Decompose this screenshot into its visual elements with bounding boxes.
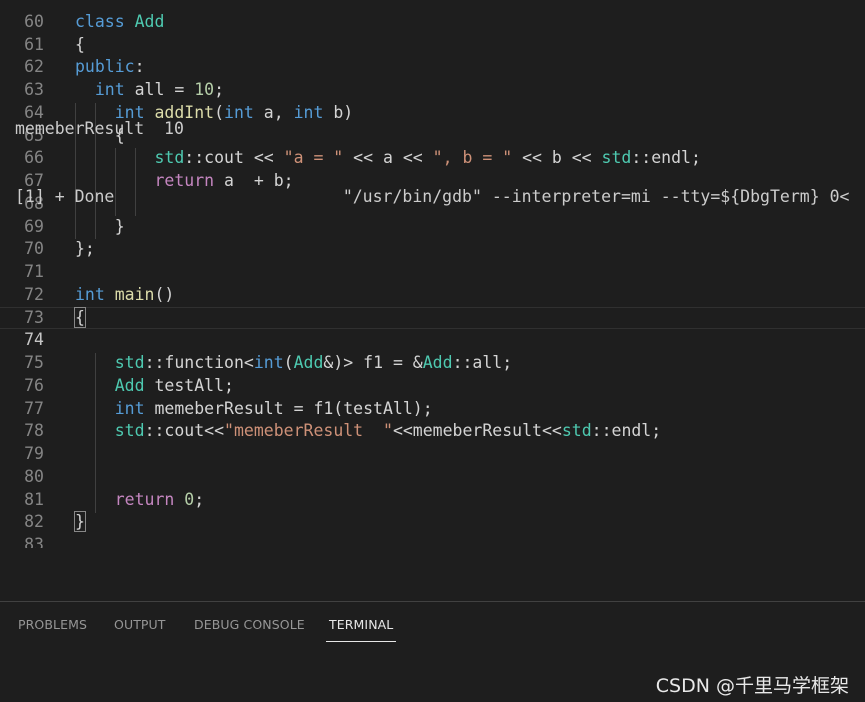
code-text: int main() <box>75 284 175 304</box>
panel-tabs: PROBLEMS OUTPUT DEBUG CONSOLE TERMINAL <box>0 602 865 644</box>
code-line[interactable]: 61 class Add <box>0 11 865 54</box>
tab-terminal[interactable]: TERMINAL <box>326 617 397 642</box>
terminal-output[interactable]: memeberResult 10 [1] + Done "/usr/bin/gd… <box>15 72 849 231</box>
code-line[interactable]: 80 <box>0 443 865 486</box>
code-text: std::function<int(Add&)> f1 = &Add::all; <box>114 353 513 372</box>
code-line[interactable]: 73 int main() <box>0 284 865 327</box>
code-line[interactable]: 79 std::cout<<"memeberResult "<<memeberR… <box>0 420 865 463</box>
code-line[interactable]: 81 <box>0 466 865 509</box>
line-number: 83 <box>24 535 44 548</box>
code-text: std::cout<<"memeberResult "<<memeberResu… <box>114 421 662 441</box>
code-line[interactable]: 72 <box>0 261 865 304</box>
watermark: CSDN @千里马学框架 <box>655 675 849 697</box>
terminal-line: memeberResult 10 <box>15 118 184 138</box>
tab-output[interactable]: OUTPUT <box>114 617 166 641</box>
code-text: { <box>75 34 85 54</box>
bracket-match: { <box>74 306 86 328</box>
code-line[interactable]: 78 int memeberResult = f1(testAll); <box>0 398 865 441</box>
bracket-match: } <box>74 511 86 533</box>
code-text: return 0; <box>114 489 205 509</box>
terminal-line: [1] + Done "/usr/bin/gdb" --interpreter=… <box>15 186 850 206</box>
code-text: } <box>74 511 86 534</box>
code-text: class Add <box>75 11 165 31</box>
tab-problems[interactable]: PROBLEMS <box>18 617 87 641</box>
code-text: }; <box>75 239 95 259</box>
code-line[interactable]: 76 std::function<int(Add&)> f1 = &Add::a… <box>0 352 865 395</box>
code-text: Add testAll; <box>114 375 234 395</box>
tab-debug-console[interactable]: DEBUG CONSOLE <box>194 617 305 641</box>
code-text: { <box>74 306 86 330</box>
code-line[interactable]: 71 }; <box>0 238 865 281</box>
code-line[interactable]: 83 } <box>0 511 865 548</box>
code-line[interactable]: 62 { <box>0 34 865 77</box>
code-line[interactable]: 82 return 0; <box>0 489 865 532</box>
code-line[interactable]: 77 Add testAll; <box>0 375 865 418</box>
code-line[interactable]: 75 <box>0 329 865 372</box>
code-line-current[interactable]: 74 { <box>0 306 865 349</box>
code-line[interactable]: 60 <box>0 0 865 31</box>
code-text: int memeberResult = f1(testAll); <box>114 398 433 418</box>
